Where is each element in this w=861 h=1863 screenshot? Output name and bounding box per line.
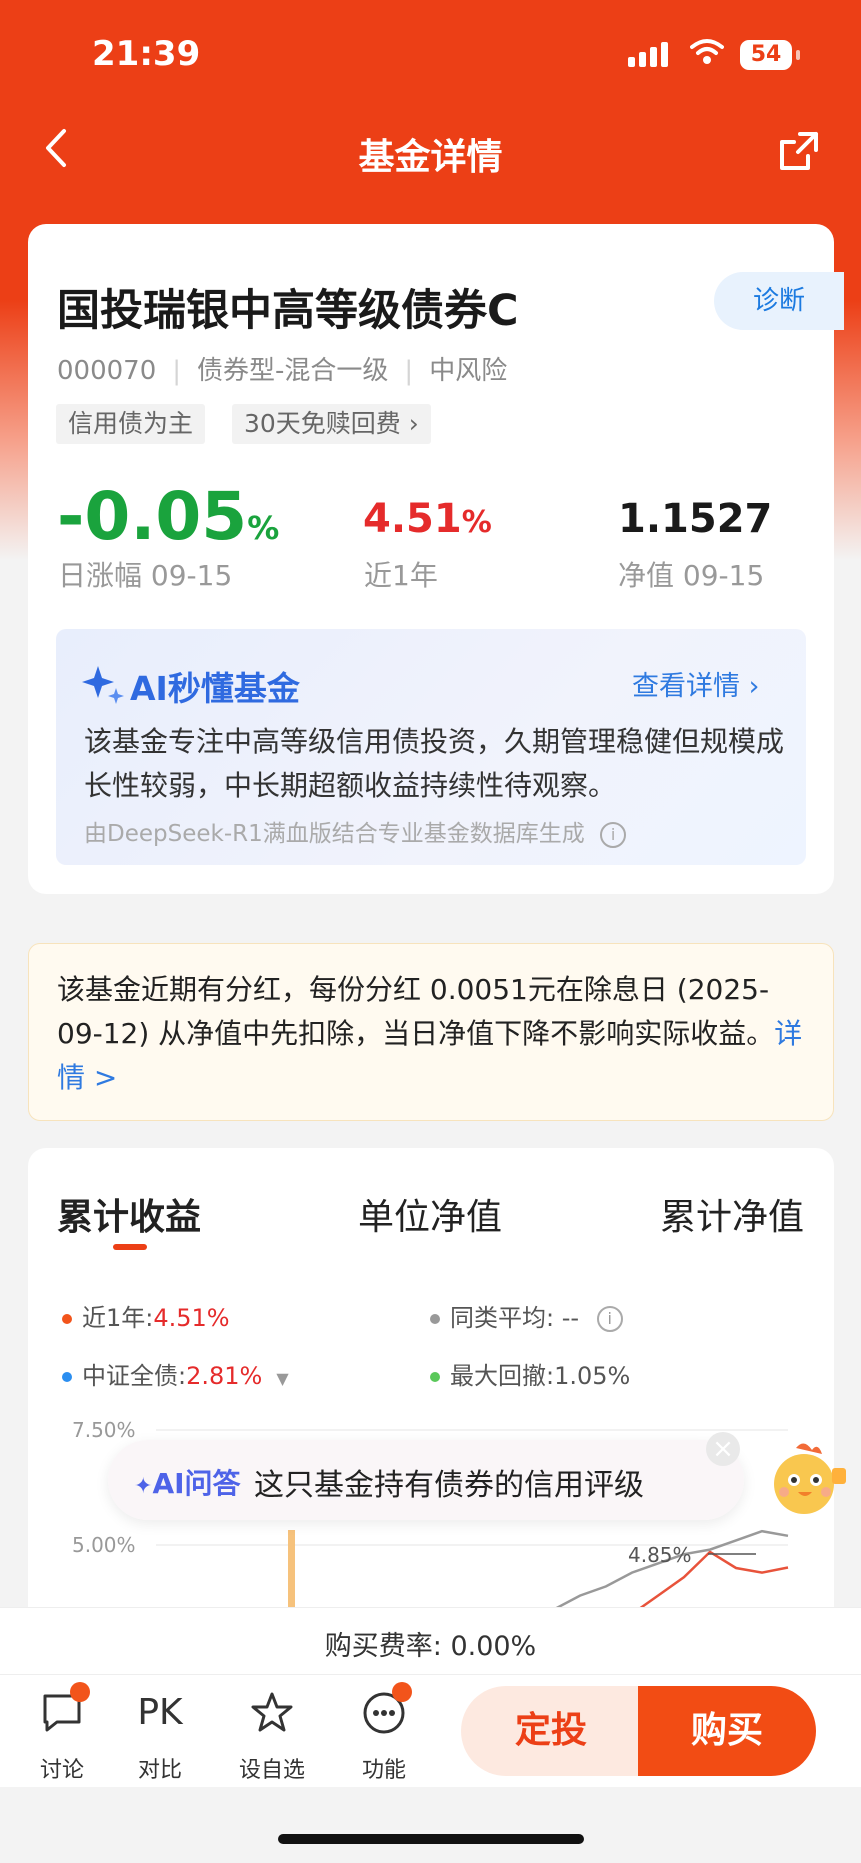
legend-index-label: 中证全债: (82, 1362, 187, 1390)
y-tick-label: 7.50% (72, 1418, 136, 1442)
discuss-badge (70, 1682, 90, 1702)
ai-summary-footer: 由DeepSeek-R1满血版结合专业基金数据库生成 i (84, 814, 627, 848)
ai-detail-link[interactable]: 查看详情 › (632, 664, 759, 703)
fund-meta: 000070 | 债券型-混合一级 | 中风险 (57, 350, 507, 387)
pk-icon[interactable]: PK (120, 1692, 200, 1733)
legend-fund-value: 4.51% (153, 1304, 230, 1332)
divider: | (172, 356, 182, 386)
tab-cumulative-nav[interactable]: 累计净值 (660, 1188, 804, 1240)
sparkle-icon (82, 664, 126, 708)
home-indicator[interactable] (278, 1834, 584, 1844)
wifi-icon (690, 38, 724, 70)
tab-unit-nav[interactable]: 单位净值 (358, 1188, 502, 1240)
buy-button[interactable]: 购买 (638, 1686, 816, 1776)
y-tick-label: 5.00% (72, 1533, 136, 1557)
legend-index-value: 2.81% (186, 1362, 263, 1390)
ai-qa-question[interactable]: 这只基金持有债券的信用评级 (254, 1460, 644, 1504)
legend-drawdown: 最大回撤:1.05% (430, 1356, 630, 1391)
more-icon[interactable] (344, 1690, 424, 1740)
tab-cumulative-return[interactable]: 累计收益 (57, 1188, 201, 1240)
notice-body: 该基金近期有分红，每份分红 0.0051元在除息日 (2025-09-12) 从… (57, 973, 775, 1050)
purchase-fee-rate: 购买费率: 0.00% (324, 1631, 537, 1662)
redemption-fee-tag[interactable]: 30天免赎回费 › (232, 404, 431, 444)
nav-value: 1.1527 (618, 496, 773, 542)
year-return-number: 4.51 (363, 496, 462, 542)
status-time: 21:39 (92, 34, 201, 74)
discuss-label: 讨论 (39, 1758, 84, 1783)
battery-cap (796, 50, 800, 60)
legend-drawdown-label: 最大回撤: (450, 1362, 555, 1390)
function-label: 功能 (361, 1758, 406, 1783)
legend-peer: 同类平均: -- i (430, 1298, 623, 1333)
day-change-label: 日涨幅 09-15 (58, 559, 233, 592)
cellular-signal-icon (628, 42, 672, 67)
day-change-unit: % (247, 509, 280, 547)
legend-index[interactable]: 中证全债:2.81% ▼ (62, 1356, 289, 1391)
year-return-label: 近1年 (364, 559, 438, 592)
divider: | (404, 356, 414, 386)
star-icon[interactable] (232, 1690, 312, 1740)
chevron-down-icon: ▼ (276, 1369, 289, 1388)
fund-risk: 中风险 (429, 356, 508, 386)
chart-annotation: 4.85% (628, 1543, 692, 1567)
legend-fund: 近1年:4.51% (62, 1298, 230, 1333)
legend-drawdown-value: 1.05% (554, 1362, 631, 1390)
ai-footer-text: 由DeepSeek-R1满血版结合专业基金数据库生成 (84, 821, 585, 847)
dividend-marker (288, 1530, 295, 1608)
function-badge (392, 1682, 412, 1702)
diagnose-button[interactable]: 诊断 (714, 272, 844, 330)
fund-name: 国投瑞银中高等级债券C (57, 286, 519, 336)
info-icon[interactable]: i (600, 821, 627, 848)
ai-qa-tag: ✦AI问答 (134, 1462, 241, 1502)
day-change-value: -0.05% (57, 478, 279, 555)
watchlist-label: 设自选 (238, 1758, 305, 1783)
ai-summary-title: AI秒懂基金 (130, 669, 300, 708)
info-icon[interactable]: i (596, 1306, 623, 1332)
fund-type: 债券型-混合一级 (197, 356, 389, 386)
year-return-unit: % (461, 505, 492, 540)
compare-label: 对比 (137, 1758, 182, 1783)
ai-qa-tag-label: AI问答 (152, 1467, 241, 1500)
year-return-value: 4.51% (363, 496, 492, 542)
fund-code: 000070 (57, 356, 157, 386)
nav-label: 净值 09-15 (618, 559, 765, 592)
auto-invest-button[interactable]: 定投 (461, 1686, 641, 1776)
active-tab-indicator (113, 1244, 147, 1250)
day-change-number: -0.05 (57, 478, 248, 555)
battery-icon: 54 (740, 40, 792, 70)
mascot-chick-icon[interactable] (762, 1438, 852, 1522)
dividend-notice-text: 该基金近期有分红，每份分红 0.0051元在除息日 (2025-09-12) 从… (57, 968, 807, 1100)
discuss-icon[interactable] (22, 1690, 102, 1740)
fund-tag: 信用债为主 (56, 404, 206, 444)
legend-peer-label: 同类平均: (450, 1304, 555, 1332)
page-title: 基金详情 (358, 137, 503, 178)
close-icon[interactable]: × (706, 1432, 740, 1466)
sparkle-icon: ✦ (134, 1474, 153, 1499)
share-icon[interactable] (778, 130, 820, 176)
legend-peer-value: -- (561, 1304, 580, 1332)
ai-summary-text: 该基金专注中高等级信用债投资，久期管理稳健但规模成长性较弱，中长期超额收益持续性… (84, 725, 785, 802)
legend-fund-label: 近1年: (82, 1304, 154, 1332)
